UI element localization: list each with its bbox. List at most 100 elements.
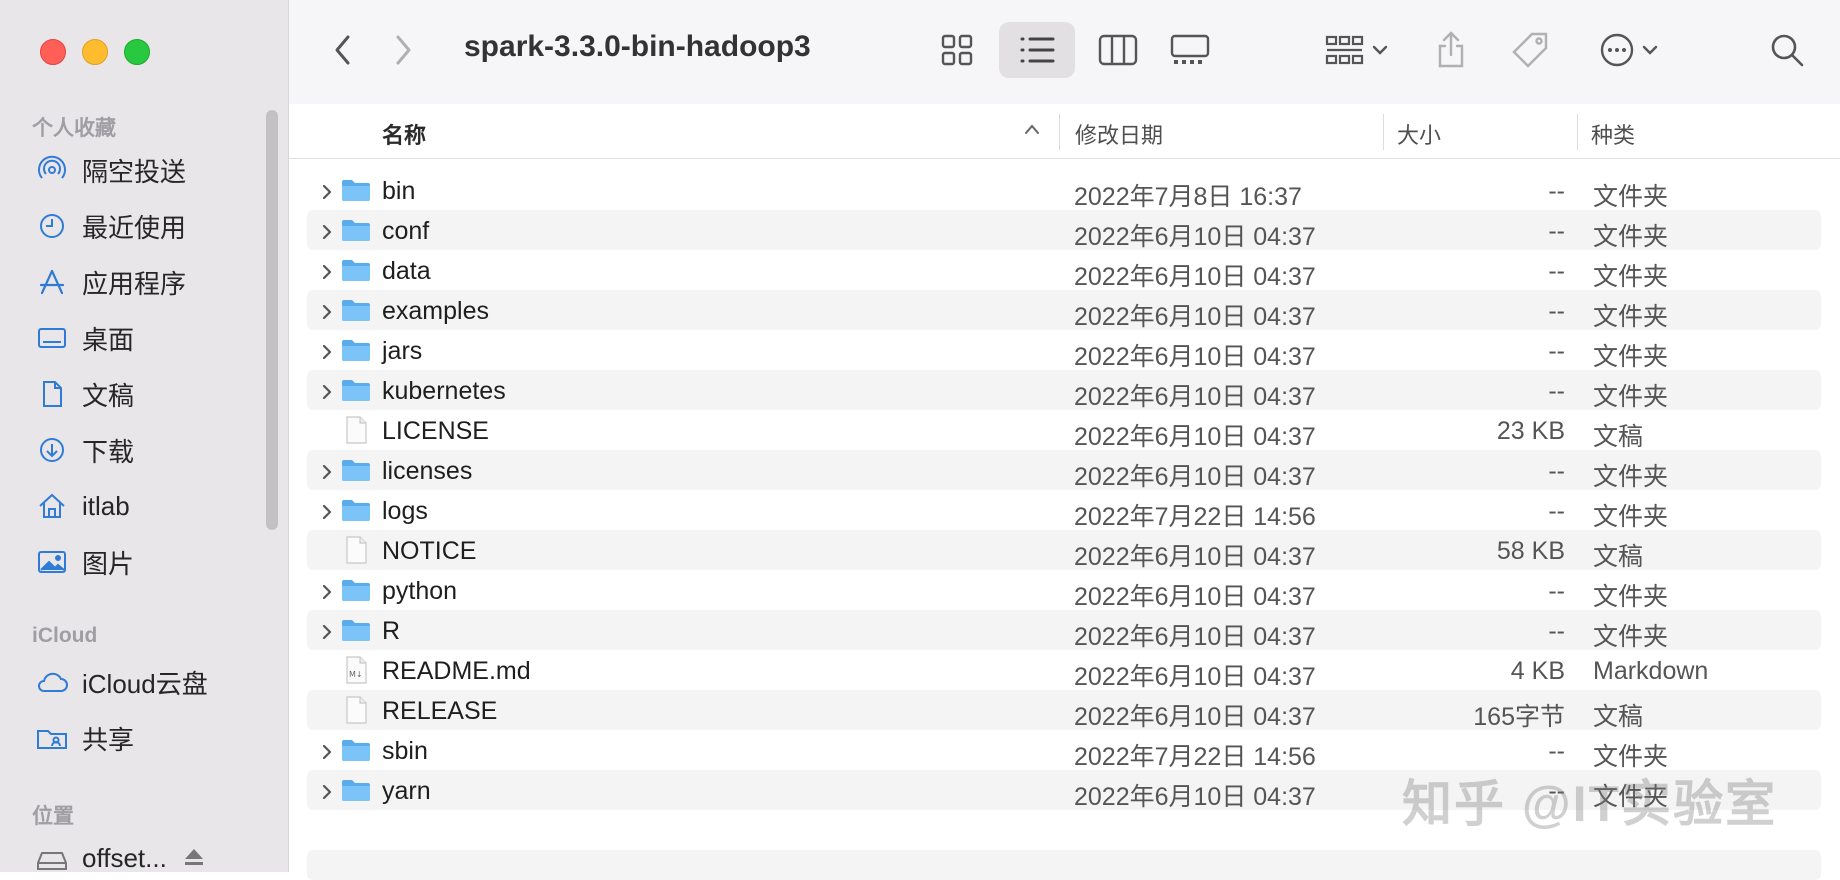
file-size: -- [1548, 217, 1565, 245]
disclosure-chevron-icon[interactable] [317, 260, 337, 280]
file-date: 2022年7月22日 14:56 [1074, 503, 1316, 531]
file-kind: 文件夹 [1593, 623, 1669, 651]
sidebar-item-recents[interactable]: 最近使用 [36, 206, 186, 246]
sidebar-item-label: 下载 [82, 436, 135, 467]
file-date: 2022年6月10日 04:37 [1074, 423, 1316, 451]
file-name: logs [382, 497, 428, 525]
file-size: -- [1548, 257, 1565, 285]
file-row[interactable]: R 2022年6月10日 04:37 -- 文件夹 [307, 610, 1821, 651]
sidebar-item-label: 应用程序 [82, 268, 187, 299]
sidebar-item-applications[interactable]: 应用程序 [36, 262, 186, 302]
zoom-button[interactable] [124, 39, 150, 65]
more-actions-button[interactable] [1589, 28, 1669, 72]
column-divider[interactable] [1577, 114, 1578, 150]
home-icon [36, 490, 68, 522]
sidebar-item-label: 最近使用 [82, 212, 187, 243]
sidebar-item-desktop[interactable]: 桌面 [36, 318, 134, 358]
disclosure-chevron-icon[interactable] [317, 380, 337, 400]
file-size: -- [1548, 297, 1565, 325]
column-kind-header[interactable]: 种类 [1591, 118, 1635, 150]
file-row[interactable]: kubernetes 2022年6月10日 04:37 -- 文件夹 [307, 370, 1821, 411]
icon-view-button[interactable] [935, 28, 979, 72]
list-view-button[interactable] [999, 22, 1075, 78]
forward-button[interactable] [385, 30, 421, 70]
file-row[interactable]: licenses 2022年6月10日 04:37 -- 文件夹 [307, 450, 1821, 491]
group-grid-icon [1325, 35, 1364, 65]
disclosure-chevron-icon[interactable] [317, 780, 337, 800]
disclosure-chevron-icon[interactable] [317, 740, 337, 760]
file-kind: 文件夹 [1593, 263, 1669, 291]
minimize-button[interactable] [82, 39, 108, 65]
file-row[interactable]: NOTICE 2022年6月10日 04:37 58 KB 文稿 [307, 530, 1821, 571]
file-row[interactable]: LICENSE 2022年6月10日 04:37 23 KB 文稿 [307, 410, 1821, 451]
disclosure-chevron-icon[interactable] [317, 300, 337, 320]
back-button[interactable] [325, 30, 361, 70]
sidebar-item-documents[interactable]: 文稿 [36, 374, 134, 414]
airdrop-icon [36, 154, 68, 186]
close-button[interactable] [40, 39, 66, 65]
group-by-button[interactable] [1319, 28, 1395, 72]
column-view-button[interactable] [1095, 28, 1141, 72]
chevron-down-icon [1642, 45, 1658, 55]
folder-icon [341, 175, 371, 205]
sidebar-item-label: 文稿 [82, 380, 135, 411]
file-row[interactable]: data 2022年6月10日 04:37 -- 文件夹 [307, 250, 1821, 291]
file-row[interactable]: M↓ README.md 2022年6月10日 04:37 4 KB Markdown [307, 650, 1821, 691]
folder-icon [341, 295, 371, 325]
disclosure-chevron-icon[interactable] [317, 620, 337, 640]
disclosure-chevron-icon[interactable] [317, 220, 337, 240]
sidebar-scrollbar[interactable] [266, 110, 278, 530]
sidebar-item-airdrop[interactable]: 隔空投送 [36, 150, 186, 190]
disclosure-chevron-icon[interactable] [317, 180, 337, 200]
share-button[interactable] [1429, 26, 1473, 74]
file-row[interactable]: python 2022年6月10日 04:37 -- 文件夹 [307, 570, 1821, 611]
sort-ascending-icon[interactable] [1023, 122, 1041, 140]
file-row[interactable]: logs 2022年7月22日 14:56 -- 文件夹 [307, 490, 1821, 531]
file-name: jars [382, 337, 423, 365]
sidebar-item-disk[interactable]: offset... [36, 838, 205, 878]
svg-text:M↓: M↓ [349, 670, 363, 679]
chevron-down-icon [1372, 45, 1388, 55]
sidebar-item-downloads[interactable]: 下载 [36, 430, 134, 470]
sidebar-item-home[interactable]: itlab [36, 486, 130, 526]
file-row[interactable]: RELEASE 2022年6月10日 04:37 165字节 文稿 [307, 690, 1821, 731]
sidebar-item-shared[interactable]: 共享 [36, 718, 134, 758]
eject-icon[interactable] [183, 843, 205, 874]
column-divider[interactable] [1383, 114, 1384, 150]
tag-button[interactable] [1507, 28, 1553, 72]
window-title: spark-3.3.0-bin-hadoop3 [464, 30, 811, 63]
sidebar-item-pictures[interactable]: 图片 [36, 542, 134, 582]
column-size-header[interactable]: 大小 [1397, 118, 1441, 150]
desktop-icon [36, 322, 68, 354]
list-icon [1020, 37, 1055, 63]
column-name-header[interactable]: 名称 [382, 118, 426, 150]
file-row[interactable]: examples 2022年6月10日 04:37 -- 文件夹 [307, 290, 1821, 331]
tag-icon [1512, 32, 1548, 68]
folder-icon [341, 575, 371, 605]
sidebar-item-label: 隔空投送 [82, 156, 187, 187]
file-date: 2022年6月10日 04:37 [1074, 783, 1316, 811]
file-kind: Markdown [1593, 657, 1709, 685]
column-divider[interactable] [1059, 114, 1060, 150]
watermark: 知乎 @IT实验室 [1402, 776, 1778, 832]
disclosure-chevron-icon[interactable] [317, 580, 337, 600]
sidebar-item-icloud-drive[interactable]: iCloud云盘 [36, 662, 208, 702]
column-date-header[interactable]: 修改日期 [1075, 118, 1163, 150]
file-name: sbin [382, 737, 428, 765]
file-date: 2022年6月10日 04:37 [1074, 623, 1316, 651]
file-row[interactable]: bin 2022年7月8日 16:37 -- 文件夹 [307, 170, 1821, 211]
cloud-icon [36, 666, 68, 698]
file-row[interactable]: conf 2022年6月10日 04:37 -- 文件夹 [307, 210, 1821, 251]
file-row[interactable]: jars 2022年6月10日 04:37 -- 文件夹 [307, 330, 1821, 371]
disclosure-chevron-icon[interactable] [317, 340, 337, 360]
file-kind: 文件夹 [1593, 303, 1669, 331]
favorites-section-title: 个人收藏 [32, 117, 116, 140]
folder-icon [341, 375, 371, 405]
columns-icon [1098, 34, 1138, 66]
file-size: -- [1548, 337, 1565, 365]
gallery-view-button[interactable] [1167, 28, 1213, 72]
disclosure-chevron-icon[interactable] [317, 500, 337, 520]
disclosure-chevron-icon[interactable] [317, 460, 337, 480]
folder-icon [341, 775, 371, 805]
search-button[interactable] [1765, 28, 1809, 72]
